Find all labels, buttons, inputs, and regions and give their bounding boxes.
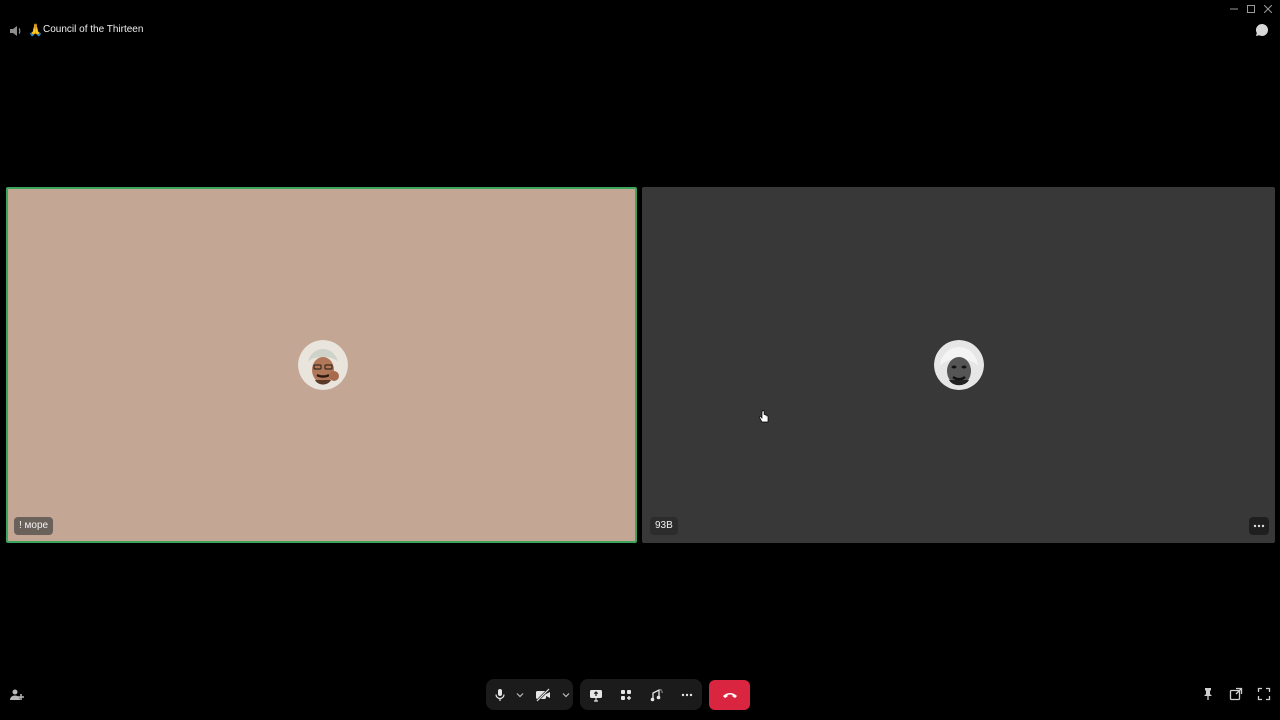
speaker-icon[interactable] <box>9 24 23 36</box>
activities-icon[interactable] <box>611 679 641 710</box>
maximize-icon[interactable] <box>1242 2 1259 16</box>
popout-icon[interactable] <box>1228 686 1244 702</box>
participant-tile[interactable]: ! море <box>6 187 637 543</box>
screen-share-icon[interactable] <box>580 679 611 710</box>
user-avatar <box>298 340 348 390</box>
window-controls <box>1225 2 1276 16</box>
hangup-icon[interactable] <box>709 680 750 710</box>
microphone-icon[interactable] <box>486 679 514 710</box>
participant-name: 93B <box>650 517 678 535</box>
channel-title: Council of the Thirteen <box>43 24 144 35</box>
view-tools <box>1200 686 1272 702</box>
chevron-down-icon[interactable] <box>560 679 572 710</box>
invite-people-icon[interactable] <box>9 687 25 703</box>
participant-name: ! море <box>14 517 54 535</box>
soundboard-icon[interactable] <box>641 679 671 710</box>
chat-bubble-icon[interactable] <box>1254 22 1270 38</box>
camera-off-icon[interactable] <box>526 679 560 710</box>
audio-video-controls <box>486 679 573 710</box>
channel-emoji: 🙏 <box>28 23 43 37</box>
user-avatar <box>934 340 984 390</box>
participant-tile[interactable]: 93B <box>642 187 1275 543</box>
title-bar: 🙏 Council of the Thirteen <box>0 0 1280 60</box>
close-icon[interactable] <box>1259 2 1276 16</box>
chevron-down-icon[interactable] <box>514 679 526 710</box>
ellipsis-icon[interactable] <box>671 679 702 710</box>
minimize-icon[interactable] <box>1225 2 1242 16</box>
hand-cursor-icon <box>758 410 770 424</box>
fullscreen-icon[interactable] <box>1256 686 1272 702</box>
pin-icon[interactable] <box>1200 686 1216 702</box>
voice-call-window: 🙏 Council of the Thirteen ! море 93B <box>0 0 1280 720</box>
ellipsis-icon[interactable] <box>1249 517 1269 535</box>
activity-controls <box>580 679 702 710</box>
